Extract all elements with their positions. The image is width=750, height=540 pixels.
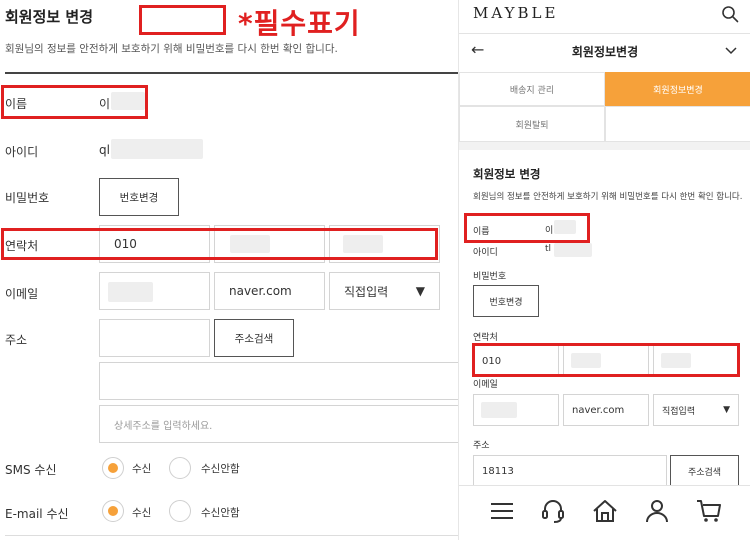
headset-icon[interactable] bbox=[539, 497, 567, 525]
mobile-name-label: 이름 bbox=[473, 227, 490, 237]
desktop-form-panel: 회원정보 변경 *필수표기 회원님의 정보를 안전하게 보호하기 위해 비밀번호… bbox=[0, 0, 458, 540]
mobile-page-title: 회원정보변경 bbox=[571, 45, 639, 59]
search-icon[interactable] bbox=[721, 5, 739, 23]
address-search-button[interactable]: 주소검색 bbox=[214, 319, 294, 357]
chevron-down-icon[interactable] bbox=[724, 44, 738, 58]
sms-receive-yes-label: 수신 bbox=[132, 463, 152, 475]
name-redacted bbox=[111, 92, 145, 110]
mobile-password-label: 비밀번호 bbox=[473, 272, 507, 282]
mobile-phone-input-1[interactable]: 010 bbox=[473, 345, 559, 377]
address-main-input[interactable] bbox=[99, 362, 458, 400]
mobile-zipcode-input[interactable]: 18113 bbox=[473, 455, 667, 487]
email-receive-yes-label: 수신 bbox=[132, 507, 152, 519]
form-description: 회원님의 정보를 안전하게 보호하기 위해 비밀번호를 다시 한번 확인 합니다… bbox=[5, 43, 338, 55]
address-detail-input[interactable]: 상세주소를 입력하세요. bbox=[99, 405, 458, 443]
zipcode-input[interactable] bbox=[99, 319, 210, 357]
email-receive-no-label: 수신안함 bbox=[201, 507, 240, 519]
mobile-email-label: 이메일 bbox=[473, 380, 498, 390]
id-redacted bbox=[111, 139, 203, 159]
name-value: 이 bbox=[99, 97, 111, 111]
email-label: 이메일 bbox=[5, 287, 39, 301]
address-label: 주소 bbox=[5, 333, 28, 347]
phone-3-redacted bbox=[343, 235, 383, 253]
mobile-address-search-button[interactable]: 주소검색 bbox=[670, 455, 739, 487]
required-note: *필수표기 bbox=[238, 7, 361, 40]
tab-shipping[interactable]: 배송지 관리 bbox=[459, 72, 605, 106]
mobile-phone-3-redacted bbox=[661, 353, 691, 368]
required-mark-highlight-box bbox=[139, 5, 226, 35]
mobile-email-domain-select[interactable]: 직접입력 ▼ bbox=[653, 394, 739, 426]
email-receive-yes-radio[interactable] bbox=[102, 500, 124, 522]
password-label: 비밀번호 bbox=[5, 191, 50, 205]
cart-icon[interactable] bbox=[695, 497, 723, 525]
mobile-id-value: tl bbox=[545, 244, 552, 254]
email-domain-select[interactable]: 직접입력 ▼ bbox=[329, 272, 440, 310]
tab-member-info[interactable]: 회원정보변경 bbox=[605, 72, 750, 106]
mobile-form-title: 회원정보 변경 bbox=[473, 167, 541, 181]
mobile-email-select-value: 직접입력 bbox=[662, 406, 696, 417]
mobile-name-value: 이 bbox=[545, 226, 554, 236]
mobile-address-label: 주소 bbox=[473, 441, 490, 451]
sms-receive-no-radio[interactable] bbox=[169, 457, 191, 479]
sms-receive-label: SMS 수신 bbox=[5, 463, 57, 477]
tab-empty bbox=[605, 106, 750, 142]
id-label: 아이디 bbox=[5, 145, 39, 159]
email-receive-no-radio[interactable] bbox=[169, 500, 191, 522]
mobile-change-password-button[interactable]: 번호변경 bbox=[473, 285, 539, 317]
sms-receive-yes-radio[interactable] bbox=[102, 457, 124, 479]
menu-icon[interactable] bbox=[488, 497, 516, 525]
phone-label: 연락처 bbox=[5, 239, 39, 253]
header-divider bbox=[459, 33, 750, 34]
section-gap bbox=[459, 142, 750, 150]
mobile-phone-label: 연락처 bbox=[473, 333, 498, 343]
mobile-form-description: 회원님의 정보를 안전하게 보호하기 위해 비밀번호를 다시 한번 확인 합니다… bbox=[473, 192, 743, 202]
phone-input-1[interactable]: 010 bbox=[99, 225, 210, 263]
id-value: ql bbox=[99, 143, 110, 157]
email-domain-input[interactable]: naver.com bbox=[214, 272, 325, 310]
email-receive-label: E-mail 수신 bbox=[5, 507, 69, 521]
mobile-email-domain-input[interactable]: naver.com bbox=[563, 394, 649, 426]
email-select-value: 직접입력 bbox=[344, 284, 389, 299]
mobile-form-panel: MAYBLE ← 회원정보변경 배송지 관리 회원정보변경 회원탈퇴 회원정보 … bbox=[458, 0, 750, 540]
page-title: 회원정보 변경 bbox=[5, 8, 94, 26]
chevron-down-icon: ▼ bbox=[415, 284, 425, 298]
title-divider bbox=[5, 72, 458, 74]
change-password-button[interactable]: 번호변경 bbox=[99, 178, 179, 216]
email-id-redacted bbox=[108, 282, 153, 302]
home-icon[interactable] bbox=[591, 497, 619, 525]
chevron-down-icon: ▼ bbox=[723, 405, 730, 415]
mobile-phone-2-redacted bbox=[571, 353, 601, 368]
sms-receive-no-label: 수신안함 bbox=[201, 463, 240, 475]
mobile-name-redacted bbox=[554, 220, 576, 234]
mobile-email-id-redacted bbox=[481, 402, 517, 418]
user-icon[interactable] bbox=[643, 497, 671, 525]
form-bottom-divider bbox=[5, 535, 458, 536]
mobile-id-label: 아이디 bbox=[473, 248, 498, 258]
phone-2-redacted bbox=[230, 235, 270, 253]
name-label: 이름 bbox=[5, 97, 28, 111]
mobile-id-redacted bbox=[554, 243, 592, 257]
tab-withdrawal[interactable]: 회원탈퇴 bbox=[459, 106, 605, 142]
brand-logo[interactable]: MAYBLE bbox=[473, 4, 558, 22]
